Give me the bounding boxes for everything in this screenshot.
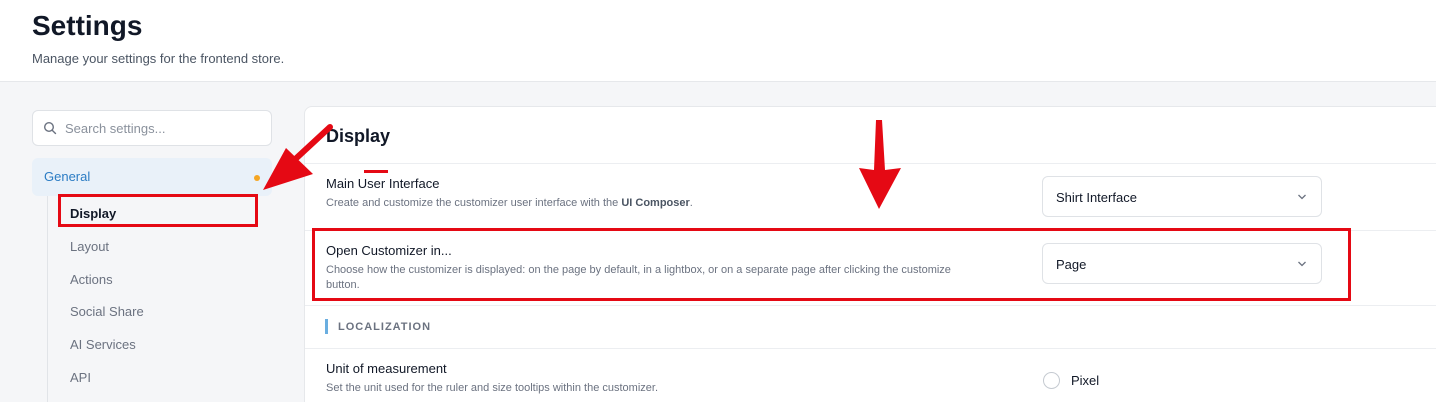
search-input[interactable] — [65, 111, 265, 145]
select-value: Shirt Interface — [1056, 190, 1137, 205]
main-interface-select[interactable]: Shirt Interface — [1042, 176, 1322, 217]
divider — [305, 348, 1436, 349]
sidebar-item-label: General — [44, 169, 91, 184]
setting-title: Main User Interface — [326, 176, 440, 191]
sidebar-item-actions[interactable]: Actions — [70, 272, 113, 287]
ui-composer-link: UI Composer — [621, 197, 690, 209]
pixel-radio[interactable] — [1043, 372, 1060, 389]
annotation-box — [312, 228, 1351, 301]
setting-description: Set the unit used for the ruler and size… — [326, 382, 659, 394]
annotation-box — [58, 194, 258, 227]
setting-description: Create and customize the customizer user… — [326, 197, 693, 209]
sidebar-item-ai-services[interactable]: AI Services — [70, 337, 136, 352]
sidebar-item-general[interactable]: General — [32, 158, 272, 196]
sidebar-item-social-share[interactable]: Social Share — [70, 304, 144, 319]
page-subtitle: Manage your settings for the frontend st… — [32, 51, 285, 66]
status-dot — [254, 175, 260, 181]
setting-title: Unit of measurement — [326, 361, 447, 376]
page-header: Settings Manage your settings for the fr… — [0, 0, 1436, 82]
sidebar-item-layout[interactable]: Layout — [70, 239, 109, 254]
search-icon — [43, 121, 57, 135]
page-title: Settings — [32, 10, 143, 41]
sidebar-item-api[interactable]: API — [70, 370, 91, 385]
divider — [305, 163, 1436, 164]
section-label: LOCALIZATION — [338, 321, 432, 333]
section-title: Display — [326, 126, 391, 146]
divider — [305, 305, 1436, 306]
radio-label[interactable]: Pixel — [1071, 373, 1099, 388]
chevron-down-icon — [1298, 194, 1306, 200]
subnav-divider — [47, 196, 48, 402]
search-box[interactable] — [32, 110, 272, 146]
section-accent-bar — [325, 319, 328, 334]
